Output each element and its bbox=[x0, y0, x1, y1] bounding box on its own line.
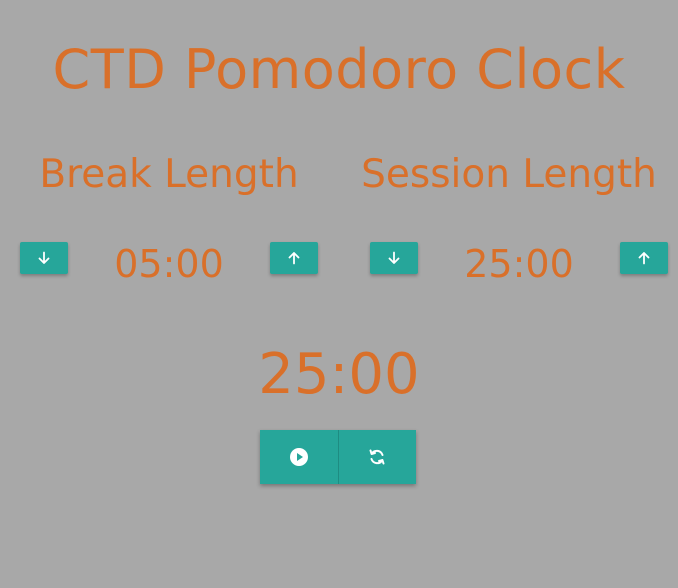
pomodoro-app: CTD Pomodoro Clock Break Length Session … bbox=[0, 0, 678, 588]
session-decrement-button[interactable] bbox=[370, 242, 418, 274]
refresh-icon bbox=[369, 449, 385, 465]
play-circle-icon bbox=[289, 448, 308, 466]
reset-button[interactable] bbox=[337, 430, 416, 484]
break-decrement-button[interactable] bbox=[20, 242, 68, 274]
page-title: CTD Pomodoro Clock bbox=[52, 38, 626, 101]
timer-display: 25:00 bbox=[258, 342, 420, 407]
play-button[interactable] bbox=[260, 430, 338, 484]
session-length-label: Session Length bbox=[361, 152, 657, 197]
break-length-value: 05:00 bbox=[114, 242, 224, 286]
arrow-up-icon bbox=[288, 252, 300, 265]
arrow-down-icon bbox=[388, 251, 400, 264]
timer-controls bbox=[260, 430, 416, 484]
break-increment-button[interactable] bbox=[270, 242, 318, 274]
session-length-value: 25:00 bbox=[464, 242, 574, 286]
break-length-label: Break Length bbox=[39, 152, 299, 197]
arrow-up-icon bbox=[638, 252, 650, 265]
session-increment-button[interactable] bbox=[620, 242, 668, 274]
arrow-down-icon bbox=[38, 251, 50, 264]
